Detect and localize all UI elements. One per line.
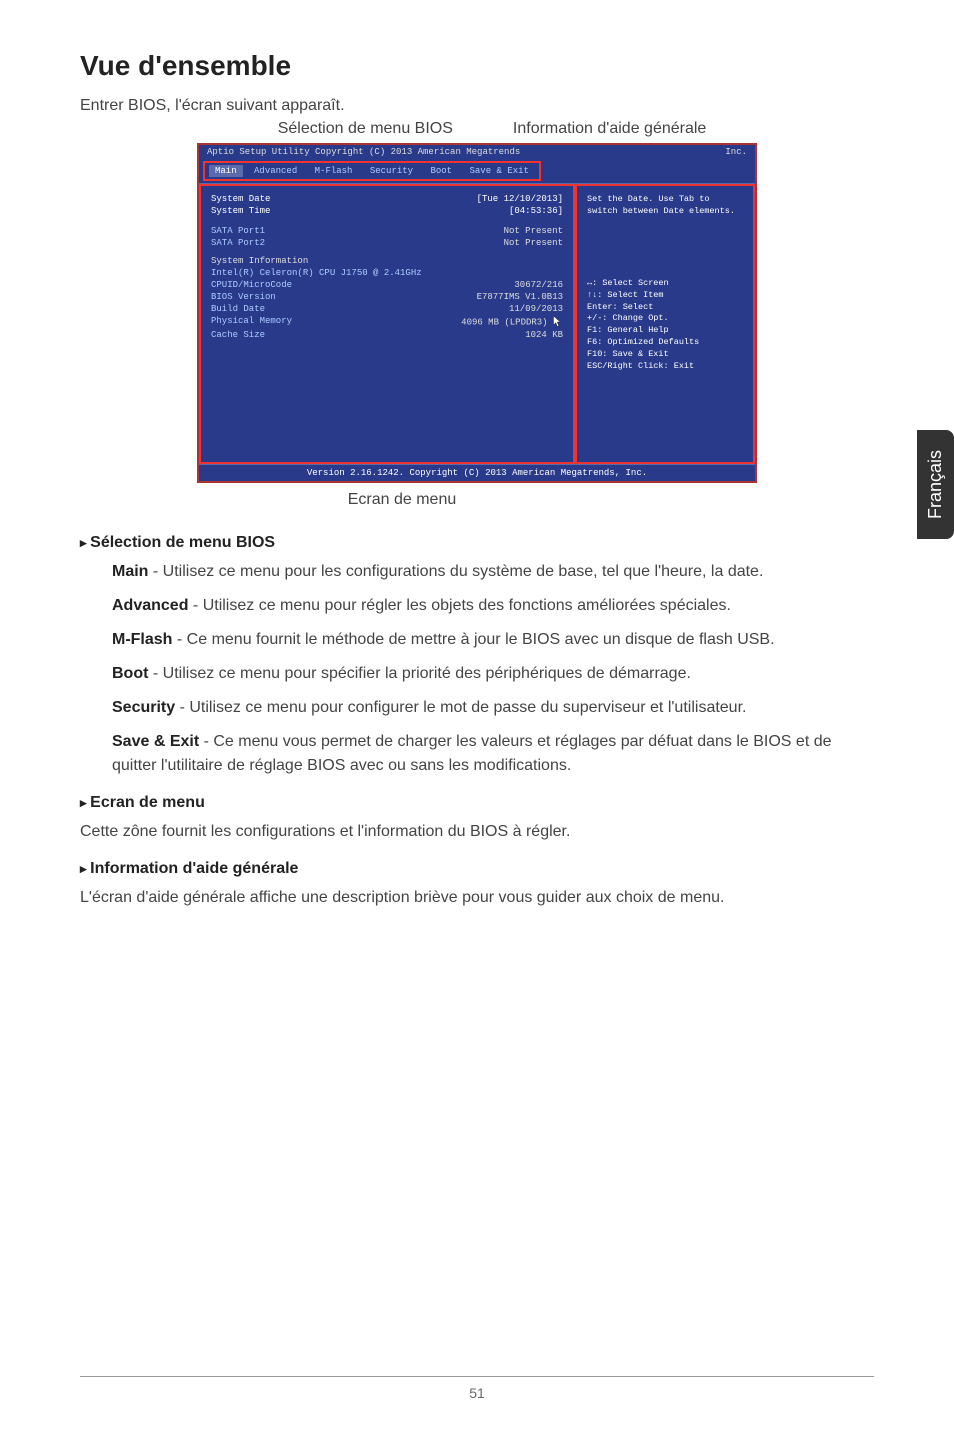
menu-item-desc: - Utilisez ce menu pour régler les objet…	[188, 597, 730, 614]
menu-item-mflash: M-Flash - Ce menu fournit le méthode de …	[112, 628, 874, 652]
help-info-label: Information d'aide générale	[513, 120, 706, 138]
bios-label: System Date	[211, 194, 270, 204]
bios-row-sata2: SATA Port2 Not Present	[211, 238, 563, 248]
help-key: ↑↓: Select Item	[587, 290, 743, 302]
bios-tab-main: Main	[209, 165, 243, 177]
help-key: +/-: Change Opt.	[587, 313, 743, 325]
page-footer: 51	[80, 1376, 874, 1401]
bios-body: System Date [Tue 12/10/2013] System Time…	[199, 183, 755, 464]
section-menu-screen-header: Ecran de menu	[80, 794, 874, 812]
menu-item-security: Security - Utilisez ce menu pour configu…	[112, 696, 874, 720]
bios-row-sata1: SATA Port1 Not Present	[211, 226, 563, 236]
bios-label: Build Date	[211, 304, 265, 314]
bios-header: Aptio Setup Utility Copyright (C) 2013 A…	[199, 145, 755, 159]
bios-header-right: Inc.	[725, 147, 747, 157]
bios-row-builddate: Build Date 11/09/2013	[211, 304, 563, 314]
intro-text: Entrer BIOS, l'écran suivant apparaît.	[80, 97, 874, 115]
help-key: F10: Save & Exit	[587, 349, 743, 361]
bios-help-text1: Set the Date. Use Tab to	[587, 194, 743, 206]
bios-label: Physical Memory	[211, 316, 292, 328]
menu-item-name: Main	[112, 563, 148, 580]
bios-cpu-line: Intel(R) Celeron(R) CPU J1750 @ 2.41GHz	[211, 268, 563, 278]
bios-row-cpuid: CPUID/MicroCode 30672/216	[211, 280, 563, 290]
help-key: F6: Optimized Defaults	[587, 337, 743, 349]
bios-help-text2: switch between Date elements.	[587, 206, 743, 218]
bios-row-physmem: Physical Memory 4096 MB (LPDDR3)	[211, 316, 563, 328]
bios-value: Not Present	[504, 226, 563, 236]
help-info-text: L'écran d'aide générale affiche une desc…	[80, 886, 874, 910]
menu-item-name: Save & Exit	[112, 733, 199, 750]
menu-item-desc: - Utilisez ce menu pour les configuratio…	[148, 563, 763, 580]
help-key: ESC/Right Click: Exit	[587, 361, 743, 373]
bios-tab-mflash: M-Flash	[309, 165, 359, 177]
bios-label: CPUID/MicroCode	[211, 280, 292, 290]
bios-sysinfo-title: System Information	[211, 256, 563, 266]
menu-screen-text: Cette zône fournit les configurations et…	[80, 820, 874, 844]
page-number: 51	[469, 1385, 485, 1401]
bios-tab-saveexit: Save & Exit	[464, 165, 535, 177]
bios-row-biosver: BIOS Version E7877IMS V1.0B13	[211, 292, 563, 302]
menu-item-desc: - Ce menu fournit le méthode de mettre à…	[172, 631, 774, 648]
menu-item-name: Advanced	[112, 597, 188, 614]
bios-label: SATA Port1	[211, 226, 265, 236]
section-menu-selection-header: Sélection de menu BIOS	[80, 534, 874, 552]
menu-item-name: M-Flash	[112, 631, 172, 648]
bios-value: E7877IMS V1.0B13	[477, 292, 563, 302]
label-row: Sélection de menu BIOS Information d'aid…	[80, 120, 874, 138]
cursor-icon	[553, 316, 563, 328]
bios-label: Intel(R) Celeron(R) CPU J1750 @ 2.41GHz	[211, 268, 422, 278]
help-key: Enter: Select	[587, 302, 743, 314]
bios-header-left: Aptio Setup Utility Copyright (C) 2013 A…	[207, 147, 520, 157]
bios-tab-security: Security	[364, 165, 419, 177]
bios-row-date: System Date [Tue 12/10/2013]	[211, 194, 563, 204]
bios-help-keys: ↔: Select Screen ↑↓: Select Item Enter: …	[587, 278, 743, 373]
bios-label: SATA Port2	[211, 238, 265, 248]
menu-selection-label: Sélection de menu BIOS	[278, 120, 453, 138]
menu-item-desc: - Utilisez ce menu pour spécifier la pri…	[148, 665, 690, 682]
bios-row-cache: Cache Size 1024 KB	[211, 330, 563, 340]
screenshot-caption: Ecran de menu	[0, 491, 874, 509]
bios-tab-boot: Boot	[424, 165, 458, 177]
help-key: F1: General Help	[587, 325, 743, 337]
bios-row-time: System Time [04:53:36]	[211, 206, 563, 216]
bios-label: System Time	[211, 206, 270, 216]
bios-value: 4096 MB (LPDDR3)	[461, 316, 563, 328]
bios-label: Cache Size	[211, 330, 265, 340]
bios-label: BIOS Version	[211, 292, 276, 302]
menu-item-desc: - Ce menu vous permet de charger les val…	[112, 733, 832, 774]
bios-value: [Tue 12/10/2013]	[477, 194, 563, 204]
bios-value: [04:53:36]	[509, 206, 563, 216]
bios-tab-bar: Main Advanced M-Flash Security Boot Save…	[203, 161, 541, 181]
menu-item-main: Main - Utilisez ce menu pour les configu…	[112, 560, 874, 584]
bios-value: Not Present	[504, 238, 563, 248]
language-tab: Français	[917, 430, 954, 539]
menu-item-desc: - Utilisez ce menu pour configurer le mo…	[175, 699, 746, 716]
bios-footer: Version 2.16.1242. Copyright (C) 2013 Am…	[199, 464, 755, 481]
bios-value: 11/09/2013	[509, 304, 563, 314]
bios-main-panel: System Date [Tue 12/10/2013] System Time…	[199, 184, 575, 464]
bios-help-panel: Set the Date. Use Tab to switch between …	[575, 184, 755, 464]
help-key: ↔: Select Screen	[587, 278, 743, 290]
menu-item-name: Boot	[112, 665, 148, 682]
page-title: Vue d'ensemble	[80, 50, 874, 82]
menu-item-advanced: Advanced - Utilisez ce menu pour régler …	[112, 594, 874, 618]
bios-screen: Aptio Setup Utility Copyright (C) 2013 A…	[197, 143, 757, 483]
menu-item-boot: Boot - Utilisez ce menu pour spécifier l…	[112, 662, 874, 686]
bios-tab-advanced: Advanced	[248, 165, 303, 177]
bios-screenshot-container: Aptio Setup Utility Copyright (C) 2013 A…	[80, 143, 874, 483]
bios-value: 30672/216	[514, 280, 563, 290]
menu-item-saveexit: Save & Exit - Ce menu vous permet de cha…	[112, 730, 874, 778]
section-help-info-header: Information d'aide générale	[80, 860, 874, 878]
menu-item-name: Security	[112, 699, 175, 716]
bios-value: 1024 KB	[525, 330, 563, 340]
